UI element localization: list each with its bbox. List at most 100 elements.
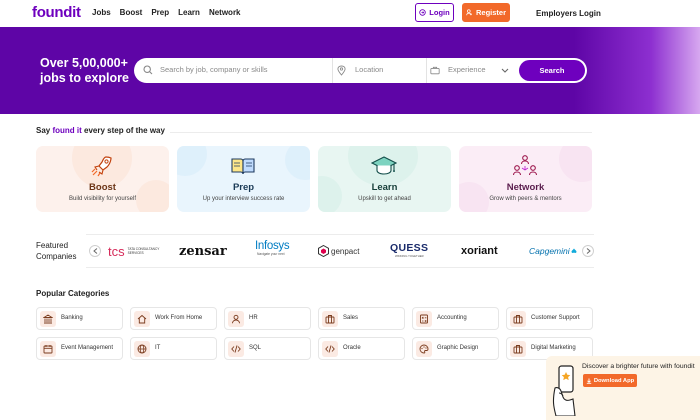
genpact-wordmark: genpact xyxy=(331,246,360,256)
globe-icon xyxy=(134,341,150,357)
popular-categories-title: Popular Categories xyxy=(36,289,110,298)
card-decoration xyxy=(285,146,310,180)
category-label: Accounting xyxy=(437,315,467,321)
category-work-from-home[interactable]: Work From Home xyxy=(130,307,217,330)
rocket-icon xyxy=(91,156,112,177)
hero-title-line1: Over 5,00,000+ xyxy=(40,56,128,70)
card-boost[interactable]: Boost Build visibility for yourself xyxy=(36,146,169,212)
card-subtitle-prep: Up your interview success rate xyxy=(202,196,285,202)
card-title-prep: Prep xyxy=(232,182,255,193)
register-label: Register xyxy=(475,8,506,17)
tcs-wordmark: TCS xyxy=(108,243,125,259)
category-sales[interactable]: Sales xyxy=(318,307,405,330)
home-icon xyxy=(134,311,150,327)
card-network[interactable]: Network Grow with peers & mentors xyxy=(459,146,592,212)
download-app-button[interactable]: Download App xyxy=(583,374,637,387)
tcs-subtitle: TATA CONSULTANCY SERVICES xyxy=(127,247,160,255)
company-logo-zensar[interactable]: zensar xyxy=(179,243,227,259)
download-app-label: Download App xyxy=(593,377,635,384)
category-oracle[interactable]: Oracle xyxy=(318,337,405,360)
employers-login-link[interactable]: Employers Login xyxy=(536,9,601,18)
section-heading: Say found it every step of the way xyxy=(36,126,165,135)
search-input[interactable]: Search by job, company or skills xyxy=(160,65,268,74)
card-learn[interactable]: Learn Upskill to get ahead xyxy=(318,146,451,212)
section-divider xyxy=(170,132,592,133)
category-label: IT xyxy=(155,345,161,351)
company-logo-tcs[interactable]: TCS TATA CONSULTANCY SERVICES xyxy=(108,243,160,259)
nav-learn[interactable]: Learn xyxy=(178,8,200,17)
bank-icon xyxy=(40,311,56,327)
card-title-network: Network xyxy=(506,182,545,193)
category-label: SQL xyxy=(249,345,262,351)
featured-label-line2: Companies xyxy=(36,252,77,261)
location-input[interactable]: Location xyxy=(355,65,383,74)
company-logo-quess[interactable]: QUESS WINNING TOGETHER xyxy=(390,242,428,260)
experience-dropdown[interactable]: Experience xyxy=(448,65,486,74)
category-sql[interactable]: SQL xyxy=(224,337,311,360)
category-customer-support[interactable]: Customer Support xyxy=(506,307,593,330)
category-label: Banking xyxy=(61,315,83,321)
zensar-wordmark: zensar xyxy=(179,243,227,259)
category-accounting[interactable]: Accounting xyxy=(412,307,499,330)
chevron-down-icon[interactable] xyxy=(501,68,509,73)
say-suffix: every step of the way xyxy=(81,126,165,135)
chevron-left-icon xyxy=(92,248,97,254)
category-label: Graphic Design xyxy=(437,345,479,351)
company-logo-genpact[interactable]: genpact xyxy=(318,243,359,259)
login-button[interactable]: Login xyxy=(415,3,454,22)
card-decoration xyxy=(559,146,592,182)
location-pin-icon xyxy=(337,65,346,76)
category-label: HR xyxy=(249,315,258,321)
company-logo-capgemini[interactable]: Capgemini xyxy=(529,243,577,259)
company-logo-xoriant[interactable]: xoriant xyxy=(461,243,498,259)
nav-network[interactable]: Network xyxy=(209,8,241,17)
category-hr[interactable]: HR xyxy=(224,307,311,330)
register-button[interactable]: Register xyxy=(462,3,510,22)
promo-text: Discover a brighter future with foundit xyxy=(582,363,695,370)
card-title-learn: Learn xyxy=(371,182,398,193)
hero-title: Over 5,00,000+ jobs to explore xyxy=(40,56,135,85)
carousel-next-button[interactable] xyxy=(582,245,594,257)
experience-briefcase-icon xyxy=(430,66,440,75)
login-label: Login xyxy=(429,8,450,17)
search-button[interactable]: Search xyxy=(519,60,585,81)
register-icon xyxy=(466,9,472,16)
foundit-logo[interactable]: foundit xyxy=(32,4,81,21)
nav-boost[interactable]: Boost xyxy=(120,8,143,17)
code-icon xyxy=(322,341,338,357)
phone-hand-icon xyxy=(552,365,576,416)
company-logo-infosys[interactable]: Infosys Navigate your next xyxy=(255,240,290,260)
category-it[interactable]: IT xyxy=(130,337,217,360)
card-decoration xyxy=(177,146,207,176)
category-label: Oracle xyxy=(343,345,361,351)
search-divider xyxy=(332,58,333,83)
calculator-icon xyxy=(416,311,432,327)
book-icon xyxy=(231,158,255,175)
card-subtitle-boost: Build visibility for yourself xyxy=(68,196,137,202)
quess-wordmark: QUESS xyxy=(390,242,429,254)
card-subtitle-learn: Upskill to get ahead xyxy=(358,196,411,202)
featured-companies-label: Featured Companies xyxy=(36,240,76,262)
carousel-prev-button[interactable] xyxy=(89,245,101,257)
top-header: foundit Jobs Boost Prep Learn Network Lo… xyxy=(0,0,700,27)
user-icon xyxy=(228,311,244,327)
capgemini-wordmark: Capgemini xyxy=(529,246,570,256)
product-cards: Boost Build visibility for yourself Prep… xyxy=(36,146,592,212)
nav-prep[interactable]: Prep xyxy=(151,8,169,17)
category-banking[interactable]: Banking xyxy=(36,307,123,330)
quess-tagline: WINNING TOGETHER xyxy=(395,254,424,258)
card-prep[interactable]: Prep Up your interview success rate xyxy=(177,146,310,212)
featured-label-line1: Featured xyxy=(36,241,69,250)
graduation-cap-icon xyxy=(371,156,397,175)
genpact-mark-icon xyxy=(318,245,329,257)
category-event-management[interactable]: Event Management xyxy=(36,337,123,360)
say-prefix: Say xyxy=(36,126,53,135)
say-brand: found it xyxy=(52,126,82,135)
briefcase-icon xyxy=(510,311,526,327)
nav-jobs[interactable]: Jobs xyxy=(92,8,111,17)
main-nav: Jobs Boost Prep Learn Network xyxy=(92,8,250,17)
category-label: Digital Marketing xyxy=(531,345,576,351)
category-graphic-design[interactable]: Graphic Design xyxy=(412,337,499,360)
infosys-wordmark: Infosys xyxy=(255,240,290,252)
briefcase-icon xyxy=(322,311,338,327)
